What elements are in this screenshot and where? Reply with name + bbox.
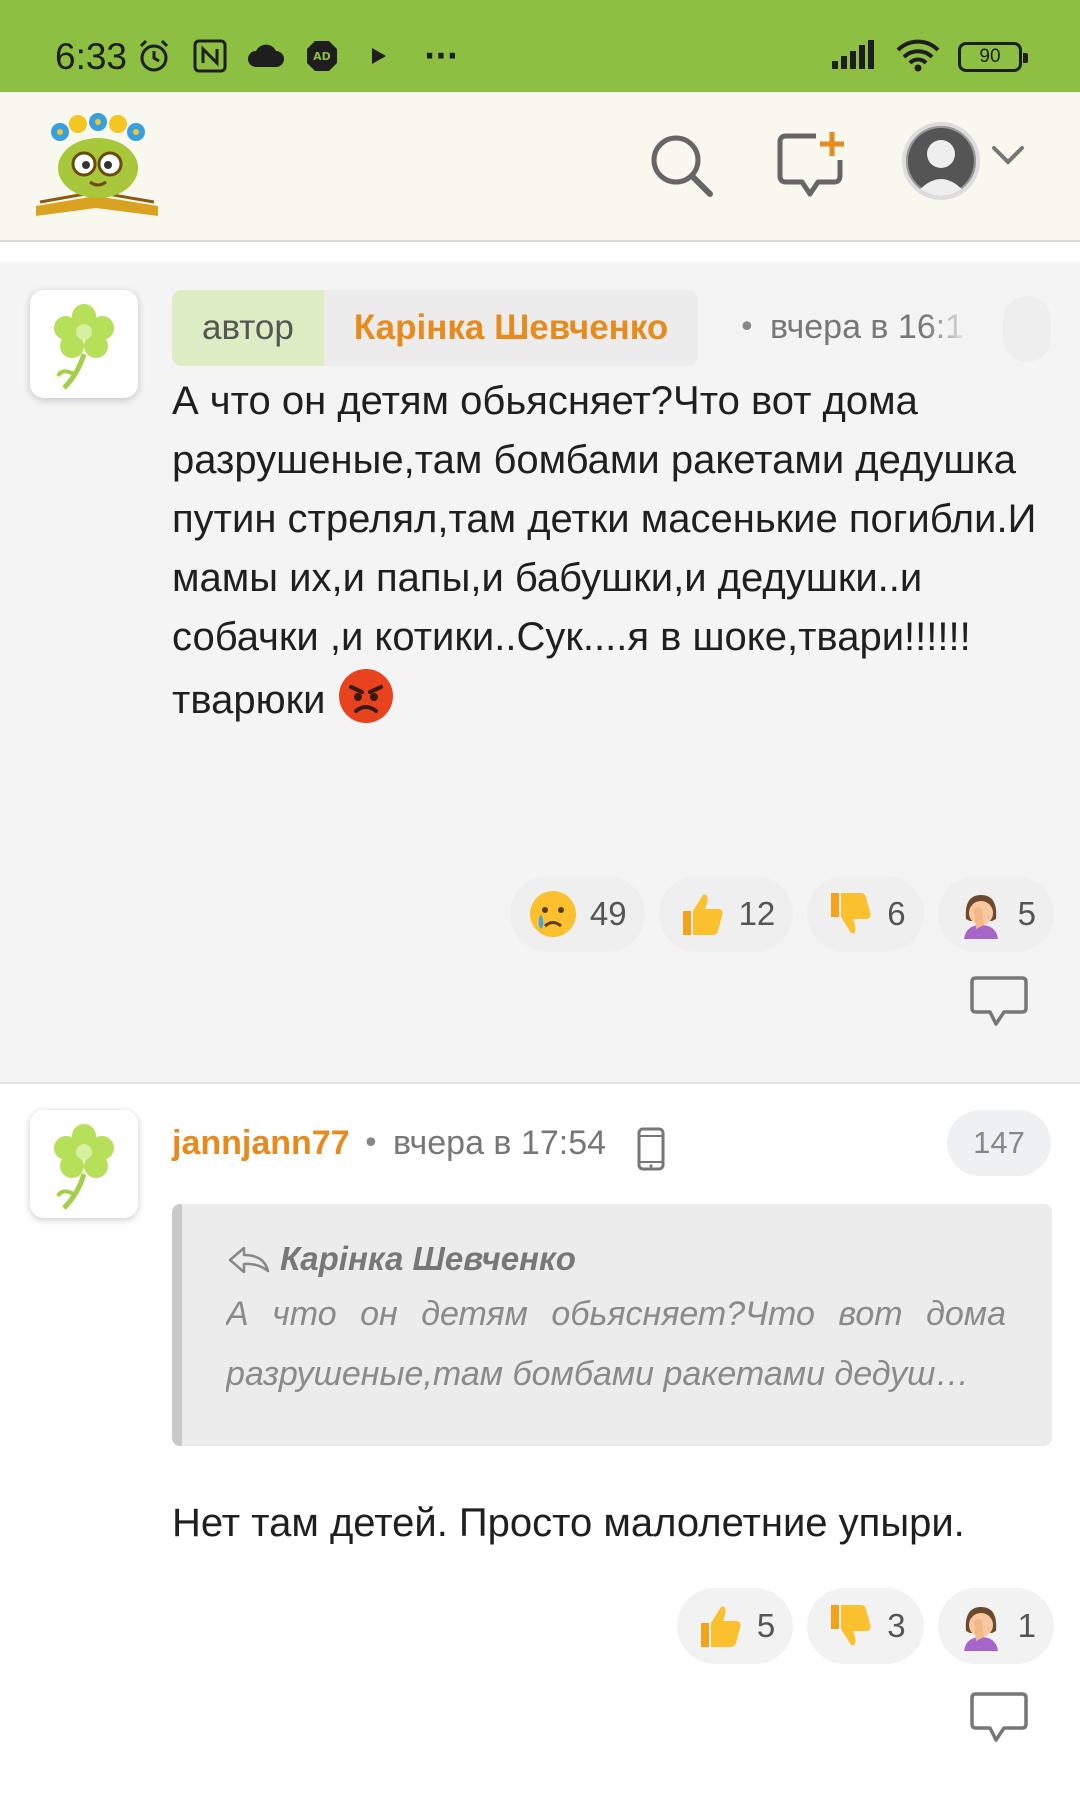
reply-icon[interactable] bbox=[968, 1690, 1030, 1746]
reaction-facepalm[interactable]: 5 bbox=[937, 876, 1054, 952]
reaction-count: 12 bbox=[738, 895, 776, 932]
author-name[interactable]: Карінка Шевченко bbox=[324, 290, 698, 366]
reactions: 49 12 6 5 bbox=[509, 876, 1054, 952]
reaction-count: 49 bbox=[589, 895, 627, 932]
status-left-icons: AD ··· bbox=[136, 38, 466, 74]
reply-arrow-icon bbox=[228, 1246, 270, 1274]
reaction-like[interactable]: 12 bbox=[658, 876, 794, 952]
facepalm-icon bbox=[963, 1607, 998, 1651]
quoted-comment[interactable]: Карінка Шевченко А что он детям обьясняе… bbox=[172, 1204, 1052, 1446]
quote-author: Карінка Шевченко bbox=[280, 1240, 576, 1277]
comment-text: Нет там детей. Просто малолетние упыри. bbox=[172, 1501, 965, 1545]
reaction-count: 5 bbox=[1017, 895, 1036, 932]
adblock-label: AD bbox=[313, 50, 331, 63]
wifi-icon bbox=[896, 38, 940, 76]
status-time: 6:33 bbox=[55, 36, 128, 77]
reaction-count: 1 bbox=[1017, 1607, 1036, 1644]
new-message-icon bbox=[777, 132, 844, 197]
reaction-count: 5 bbox=[756, 1607, 776, 1644]
meta-separator: • bbox=[362, 1126, 380, 1161]
site-logo[interactable] bbox=[32, 110, 162, 222]
reaction-facepalm[interactable]: 1 bbox=[937, 1588, 1054, 1664]
thumbs-down-icon bbox=[831, 893, 871, 934]
thumbs-down-icon bbox=[831, 1605, 871, 1646]
user-avatar[interactable] bbox=[902, 122, 980, 200]
thumbs-up-icon bbox=[682, 894, 723, 935]
adblock-icon: AD bbox=[304, 38, 340, 74]
reaction-like[interactable]: 5 bbox=[676, 1588, 794, 1664]
status-bar: 6:33 AD ··· 90 bbox=[0, 0, 1080, 92]
new-message-button[interactable] bbox=[766, 120, 856, 210]
battery-icon: 90 bbox=[958, 42, 1028, 72]
reaction-dislike[interactable]: 6 bbox=[807, 876, 924, 952]
meta-separator: • bbox=[738, 310, 756, 345]
author-pill[interactable]: автор Карінка Шевченко bbox=[172, 290, 699, 366]
comment: автор Карінка Шевченко • вчера в 16:1 А … bbox=[0, 262, 1080, 1084]
comment-time: вчера в 16:1 bbox=[770, 308, 965, 346]
status-right-icons: 90 bbox=[830, 38, 1028, 76]
angry-face-icon bbox=[337, 667, 395, 725]
nfc-icon bbox=[192, 38, 228, 74]
more-icon: ··· bbox=[423, 38, 459, 74]
app-header bbox=[0, 92, 1080, 242]
thumbs-up-icon bbox=[700, 1606, 741, 1647]
search-button[interactable] bbox=[636, 120, 726, 210]
cloud-icon bbox=[248, 38, 284, 74]
alarm-icon bbox=[136, 38, 172, 74]
quote-header: Карінка Шевченко bbox=[226, 1240, 1006, 1278]
crying-face-icon bbox=[529, 891, 576, 937]
facepalm-icon bbox=[963, 895, 998, 939]
user-avatar-flower[interactable] bbox=[30, 290, 138, 398]
author-name[interactable]: jannjann77 bbox=[172, 1124, 350, 1163]
reactions: 5 3 1 bbox=[676, 1588, 1054, 1664]
author-tag: автор bbox=[172, 290, 324, 366]
comment-count-badge bbox=[1003, 296, 1051, 362]
comment-number-badge[interactable]: 147 bbox=[947, 1110, 1051, 1176]
reaction-count: 3 bbox=[887, 1607, 906, 1644]
comment-text-content: А что он детям обьясняет?Что вот дома ра… bbox=[172, 379, 1037, 722]
reaction-count: 6 bbox=[887, 895, 906, 932]
mobile-device-icon bbox=[636, 1126, 666, 1172]
user-avatar-flower[interactable] bbox=[30, 1110, 138, 1218]
comment-time: вчера в 17:54 bbox=[393, 1124, 607, 1162]
quote-text: А что он детям обьясняет?Что вот дома ра… bbox=[226, 1295, 1006, 1393]
search-icon bbox=[651, 135, 713, 197]
comment: jannjann77 • вчера в 17:54 147 Карінка Ш… bbox=[0, 1086, 1080, 1795]
chevron-down-icon[interactable] bbox=[990, 144, 1026, 172]
reply-icon[interactable] bbox=[968, 974, 1030, 1030]
signal-icon bbox=[830, 39, 878, 75]
reaction-crying[interactable]: 49 bbox=[509, 876, 645, 952]
reaction-dislike[interactable]: 3 bbox=[807, 1588, 924, 1664]
play-icon bbox=[360, 38, 396, 74]
comment-text: А что он детям обьясняет?Что вот дома ра… bbox=[172, 372, 1052, 730]
